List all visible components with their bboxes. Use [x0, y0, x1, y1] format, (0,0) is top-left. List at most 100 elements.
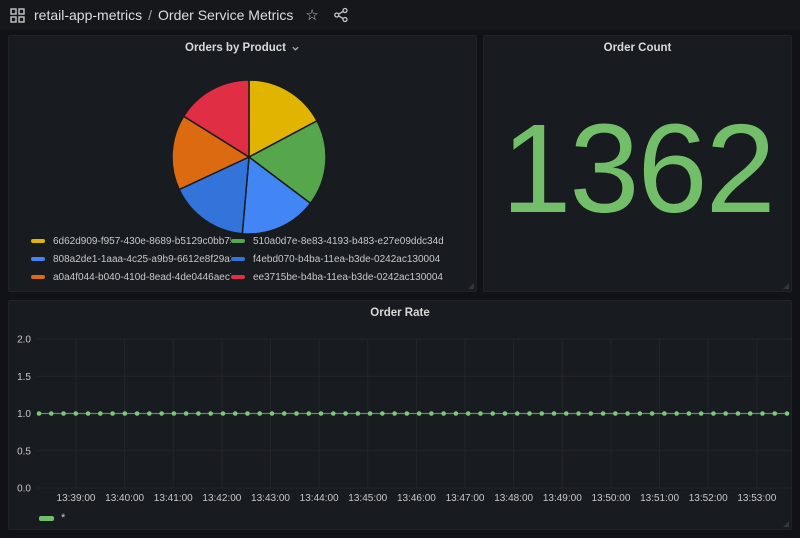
series-point	[73, 411, 78, 416]
legend-swatch	[31, 239, 45, 243]
y-tick-label: 1.5	[17, 372, 31, 383]
legend-swatch	[39, 516, 54, 521]
series-point	[159, 411, 164, 416]
series-point	[123, 411, 128, 416]
pie-legend-item-3[interactable]: f4ebd070-b4ba-11ea-b3de-0242ac130004	[231, 250, 470, 268]
series-point	[270, 411, 275, 416]
series-point	[723, 411, 728, 416]
x-tick-label: 13:43:00	[251, 493, 290, 504]
series-point	[356, 411, 361, 416]
top-navbar: retail-app-metrics / Order Service Metri…	[0, 0, 800, 30]
series-point	[503, 411, 508, 416]
y-tick-label: 2.0	[17, 335, 31, 346]
x-tick-label: 13:40:00	[105, 493, 144, 504]
pie-legend-item-0[interactable]: 6d62d909-f957-430e-8689-b5129c0bb75e	[31, 232, 231, 250]
breadcrumb-folder[interactable]: retail-app-metrics	[34, 7, 142, 23]
x-tick-label: 13:45:00	[348, 493, 387, 504]
x-tick-label: 13:49:00	[543, 493, 582, 504]
series-point	[539, 411, 544, 416]
series-point	[208, 411, 213, 416]
panel-title-order-count[interactable]: Order Count	[484, 36, 791, 60]
panel-order-rate: Order Rate 2.01.51.00.50.013:39:0013:40:…	[8, 300, 792, 530]
series-point	[245, 411, 250, 416]
series-point	[613, 411, 618, 416]
series-point	[576, 411, 581, 416]
x-tick-label: 13:46:00	[397, 493, 436, 504]
star-icon[interactable]: ☆	[305, 8, 318, 23]
pie-legend-item-5[interactable]: ee3715be-b4ba-11ea-b3de-0242ac130004	[231, 268, 470, 286]
series-point	[564, 411, 569, 416]
series-point	[687, 411, 692, 416]
x-tick-label: 13:52:00	[689, 493, 728, 504]
panel-title-text: Order Rate	[370, 307, 429, 319]
legend-swatch	[231, 275, 245, 279]
legend-label: 6d62d909-f957-430e-8689-b5129c0bb75e	[53, 236, 231, 247]
panel-title-text: Order Count	[604, 42, 672, 54]
share-icon[interactable]	[333, 7, 349, 23]
series-point	[368, 411, 373, 416]
series-point	[674, 411, 679, 416]
series-point	[527, 411, 532, 416]
series-point	[638, 411, 643, 416]
pie-legend-item-4[interactable]: a0a4f044-b040-410d-8ead-4de0446aec7e	[31, 268, 231, 286]
series-point	[589, 411, 594, 416]
dashboard-grid-icon[interactable]	[10, 8, 25, 23]
series-point	[86, 411, 91, 416]
time-series-chart: 2.01.51.00.50.013:39:0013:40:0013:41:001…	[9, 325, 791, 527]
series-point	[147, 411, 152, 416]
legend-swatch	[231, 239, 245, 243]
panel-order-count: Order Count 1362	[483, 35, 792, 292]
x-tick-label: 13:47:00	[446, 493, 485, 504]
breadcrumb: retail-app-metrics / Order Service Metri…	[34, 7, 293, 23]
series-point	[552, 411, 557, 416]
legend-label: 808a2de1-1aaa-4c25-a9b9-6612e8f29a38	[53, 254, 231, 265]
y-tick-label: 1.0	[17, 409, 31, 420]
legend-swatch	[31, 257, 45, 261]
order-count-value: 1362	[501, 106, 773, 232]
series-point	[98, 411, 103, 416]
legend-label: *	[61, 512, 65, 524]
series-point	[196, 411, 201, 416]
series-point	[662, 411, 667, 416]
x-tick-label: 13:53:00	[737, 493, 776, 504]
series-point	[466, 411, 471, 416]
legend-swatch	[31, 275, 45, 279]
series-point	[343, 411, 348, 416]
x-tick-label: 13:39:00	[57, 493, 96, 504]
series-point	[772, 411, 777, 416]
series-point	[392, 411, 397, 416]
x-tick-label: 13:41:00	[154, 493, 193, 504]
pie-legend-item-1[interactable]: 510a0d7e-8e83-4193-b483-e27e09ddc34d	[231, 232, 470, 250]
pie-chart	[9, 36, 478, 236]
series-point	[172, 411, 177, 416]
graph-legend[interactable]: *	[39, 512, 65, 524]
series-point	[699, 411, 704, 416]
legend-swatch	[231, 257, 245, 261]
series-point	[61, 411, 66, 416]
series-point	[478, 411, 483, 416]
series-point	[490, 411, 495, 416]
series-point	[748, 411, 753, 416]
series-point	[441, 411, 446, 416]
breadcrumb-dashboard-title[interactable]: Order Service Metrics	[158, 7, 293, 23]
legend-label: a0a4f044-b040-410d-8ead-4de0446aec7e	[53, 272, 231, 283]
legend-label: 510a0d7e-8e83-4193-b483-e27e09ddc34d	[253, 236, 444, 247]
legend-label: f4ebd070-b4ba-11ea-b3de-0242ac130004	[253, 254, 440, 265]
series-point	[135, 411, 140, 416]
panel-title-order-rate[interactable]: Order Rate	[9, 301, 791, 325]
x-tick-label: 13:51:00	[640, 493, 679, 504]
series-point	[454, 411, 459, 416]
series-point	[319, 411, 324, 416]
x-tick-label: 13:50:00	[591, 493, 630, 504]
series-point	[233, 411, 238, 416]
pie-legend-item-2[interactable]: 808a2de1-1aaa-4c25-a9b9-6612e8f29a38	[31, 250, 231, 268]
pie-legend: 6d62d909-f957-430e-8689-b5129c0bb75e 510a…	[31, 232, 470, 286]
y-tick-label: 0.5	[17, 446, 31, 457]
series-point	[282, 411, 287, 416]
series-point	[110, 411, 115, 416]
x-tick-label: 13:44:00	[300, 493, 339, 504]
series-point	[785, 411, 790, 416]
series-point	[625, 411, 630, 416]
series-point	[760, 411, 765, 416]
x-tick-label: 13:48:00	[494, 493, 533, 504]
